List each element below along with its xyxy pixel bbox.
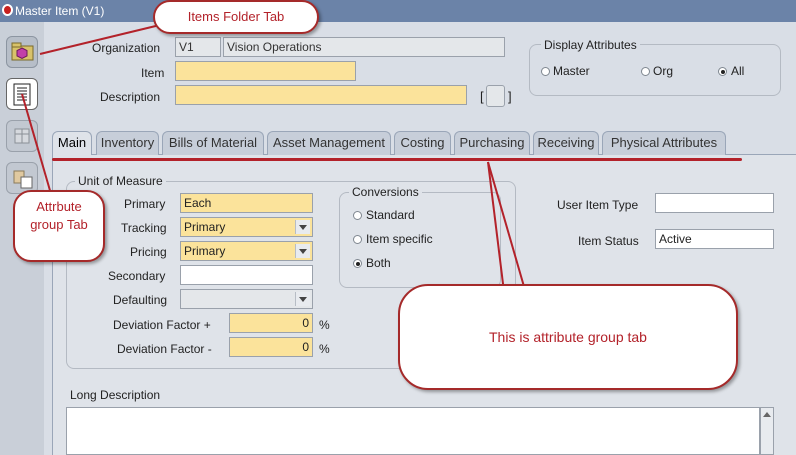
attr-tab-pointer-left bbox=[487, 161, 506, 301]
items-folder-callout: Items Folder Tab bbox=[153, 0, 319, 34]
attr-tab-pointer-right bbox=[487, 161, 526, 291]
items-folder-pointer bbox=[39, 23, 165, 55]
attribute-group-note-callout: This is attribute group tab bbox=[398, 284, 738, 390]
tab-underline-highlight bbox=[52, 158, 742, 161]
attribute-group-pointer bbox=[21, 93, 52, 195]
attribute-group-callout: Attrbute group Tab bbox=[13, 190, 105, 262]
